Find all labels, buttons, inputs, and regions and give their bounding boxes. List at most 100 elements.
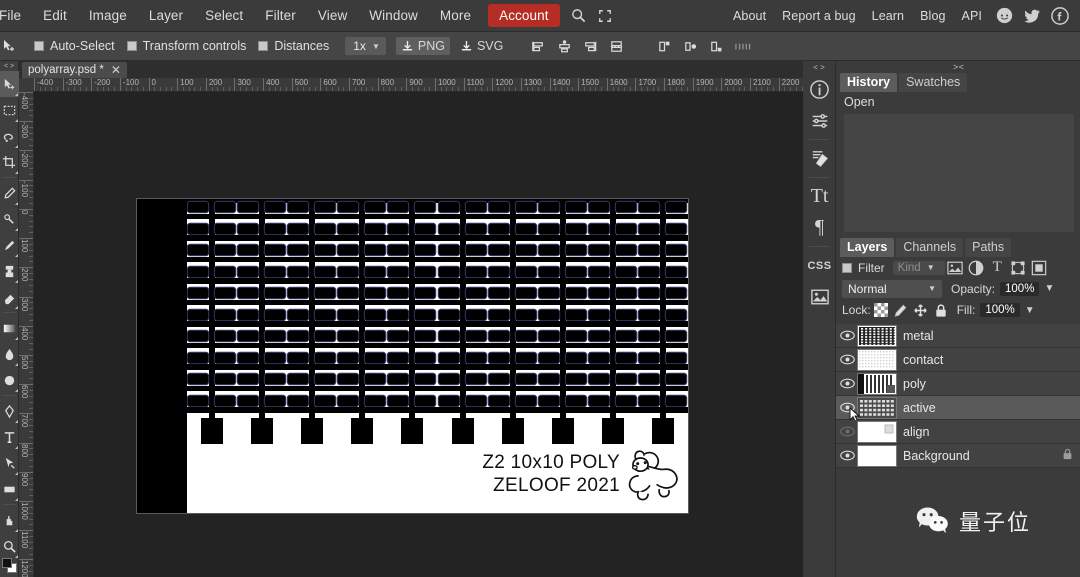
lock-all-icon[interactable]	[931, 301, 951, 319]
opacity-value[interactable]: 100%	[1000, 281, 1040, 296]
smartobject-filter-icon[interactable]	[1029, 259, 1050, 277]
export-svg-button[interactable]: SVG	[460, 39, 503, 53]
brush-panel-icon[interactable]	[803, 143, 836, 174]
layer-row[interactable]: metal	[836, 324, 1080, 348]
layer-row[interactable]: contact	[836, 348, 1080, 372]
menu-item-layer[interactable]: Layer	[138, 3, 194, 28]
adjustments-icon[interactable]	[803, 105, 836, 136]
pixel-filter-icon[interactable]	[945, 259, 966, 277]
menu-item-image[interactable]: Image	[78, 3, 138, 28]
checkbox[interactable]	[34, 41, 44, 51]
layer-row[interactable]: active	[836, 396, 1080, 423]
option-auto-select[interactable]: Auto-Select	[34, 39, 115, 53]
layer-visibility-eye-icon[interactable]	[836, 402, 858, 413]
document-tab[interactable]: polyarray.psd * ✕	[22, 62, 127, 78]
layer-row[interactable]: Background	[836, 444, 1080, 468]
distribute-center-icon[interactable]	[677, 35, 703, 57]
history-panel-empty-area[interactable]	[844, 114, 1074, 232]
tool-lasso-tool[interactable]	[0, 123, 19, 149]
shape-filter-icon[interactable]	[1008, 259, 1029, 277]
color-swatches[interactable]	[2, 558, 17, 573]
distribute-bottom-icon[interactable]	[703, 35, 729, 57]
css-icon[interactable]: CSS	[803, 250, 836, 281]
tool-gradient-tool[interactable]	[0, 315, 19, 341]
twitter-icon[interactable]	[1021, 5, 1043, 27]
layer-row[interactable]: align	[836, 420, 1080, 444]
checkbox[interactable]	[126, 41, 137, 51]
menu-link-blog[interactable]: Blog	[912, 4, 953, 28]
info-icon[interactable]	[803, 74, 836, 105]
tab-channels[interactable]: Channels	[896, 238, 964, 257]
lock-position-icon[interactable]	[911, 301, 931, 319]
layer-row[interactable]: poly	[836, 372, 1080, 396]
tool-type-tool[interactable]	[0, 424, 19, 450]
menu-link-report-a-bug[interactable]: Report a bug	[774, 4, 863, 28]
tool-brush-tool[interactable]	[0, 232, 19, 258]
align-right-icon[interactable]	[577, 35, 603, 57]
canvas-viewport[interactable]: Z2 10x10 POLY ZELOOF 2021	[34, 92, 803, 577]
menu-link-about[interactable]: About	[725, 4, 774, 28]
lock-transparency-icon[interactable]	[871, 301, 891, 319]
tool-path-select-tool[interactable]	[0, 450, 19, 476]
tool-crop-tool[interactable]	[0, 149, 19, 175]
menu-item-edit[interactable]: Edit	[32, 3, 78, 28]
tool-pen-tool[interactable]	[0, 398, 19, 424]
opacity-chevron-down-icon[interactable]: ▼	[1044, 283, 1054, 294]
image-panel-icon[interactable]	[803, 281, 836, 312]
fill-value[interactable]: 100%	[980, 303, 1020, 317]
tab-paths[interactable]: Paths	[965, 238, 1012, 257]
menu-link-learn[interactable]: Learn	[864, 4, 912, 28]
tool-hand-tool[interactable]	[0, 507, 19, 533]
menu-item-window[interactable]: Window	[358, 3, 429, 28]
align-middle-icon[interactable]	[603, 35, 629, 57]
tab-layers[interactable]: Layers	[840, 238, 895, 257]
tool-dodge-tool[interactable]	[0, 367, 19, 393]
distribute-spacing-icon[interactable]	[729, 35, 755, 57]
tab-swatches[interactable]: Swatches	[899, 73, 968, 92]
layer-visibility-eye-icon[interactable]	[836, 426, 858, 437]
distribute-top-icon[interactable]	[651, 35, 677, 57]
search-icon[interactable]	[566, 4, 592, 28]
tool-eyedropper-tool[interactable]	[0, 180, 19, 206]
menu-item-filter[interactable]: Filter	[254, 3, 307, 28]
layer-visibility-eye-icon[interactable]	[836, 450, 858, 461]
facebook-icon[interactable]	[1049, 5, 1071, 27]
tool-shape-tool[interactable]	[0, 476, 19, 502]
layers-filter-checkbox[interactable]	[842, 262, 852, 273]
reddit-icon[interactable]	[993, 5, 1015, 27]
blend-mode-dropdown[interactable]: Normal ▼	[842, 279, 942, 298]
tool-marquee-select-tool[interactable]	[0, 97, 19, 123]
layer-visibility-eye-icon[interactable]	[836, 354, 858, 365]
zoom-level-dropdown[interactable]: 1x ▼	[345, 37, 386, 55]
fill-chevron-down-icon[interactable]: ▼	[1025, 305, 1035, 316]
tool-healing-brush-tool[interactable]	[0, 206, 19, 232]
foreground-color-swatch[interactable]	[2, 558, 12, 568]
menu-item-select[interactable]: Select	[194, 3, 254, 28]
history-entry[interactable]: Open	[836, 92, 1080, 112]
align-center-horizontal-icon[interactable]	[551, 35, 577, 57]
account-button[interactable]: Account	[488, 4, 560, 27]
align-left-icon[interactable]	[525, 35, 551, 57]
layers-kind-dropdown[interactable]: Kind ▼	[892, 260, 945, 275]
type-filter-icon[interactable]: T	[987, 259, 1008, 277]
history-panel-collapse[interactable]: > <	[836, 61, 1080, 73]
character-icon[interactable]: Tt	[803, 181, 836, 212]
option-distances[interactable]: Distances	[258, 39, 329, 53]
artboard[interactable]: Z2 10x10 POLY ZELOOF 2021	[137, 199, 688, 513]
tab-history[interactable]: History	[840, 73, 898, 92]
dock-collapse-handle[interactable]: < >	[803, 61, 835, 74]
paragraph-icon[interactable]: ¶	[803, 212, 836, 243]
menu-link-api[interactable]: API	[954, 4, 990, 28]
option-transform-controls[interactable]: Transform controls	[126, 39, 246, 53]
tool-eraser-tool[interactable]	[0, 284, 19, 310]
layer-visibility-eye-icon[interactable]	[836, 330, 858, 341]
close-icon[interactable]: ✕	[111, 63, 121, 77]
lock-image-icon[interactable]	[891, 301, 911, 319]
checkbox[interactable]	[258, 41, 269, 51]
tool-blur-tool[interactable]	[0, 341, 19, 367]
tool-move-tool[interactable]	[0, 71, 19, 97]
tools-collapse-handle[interactable]: < >	[0, 61, 18, 71]
fullscreen-icon[interactable]	[592, 4, 618, 28]
export-png-button[interactable]: PNG	[395, 37, 450, 55]
menu-item-more[interactable]: More	[429, 3, 482, 28]
